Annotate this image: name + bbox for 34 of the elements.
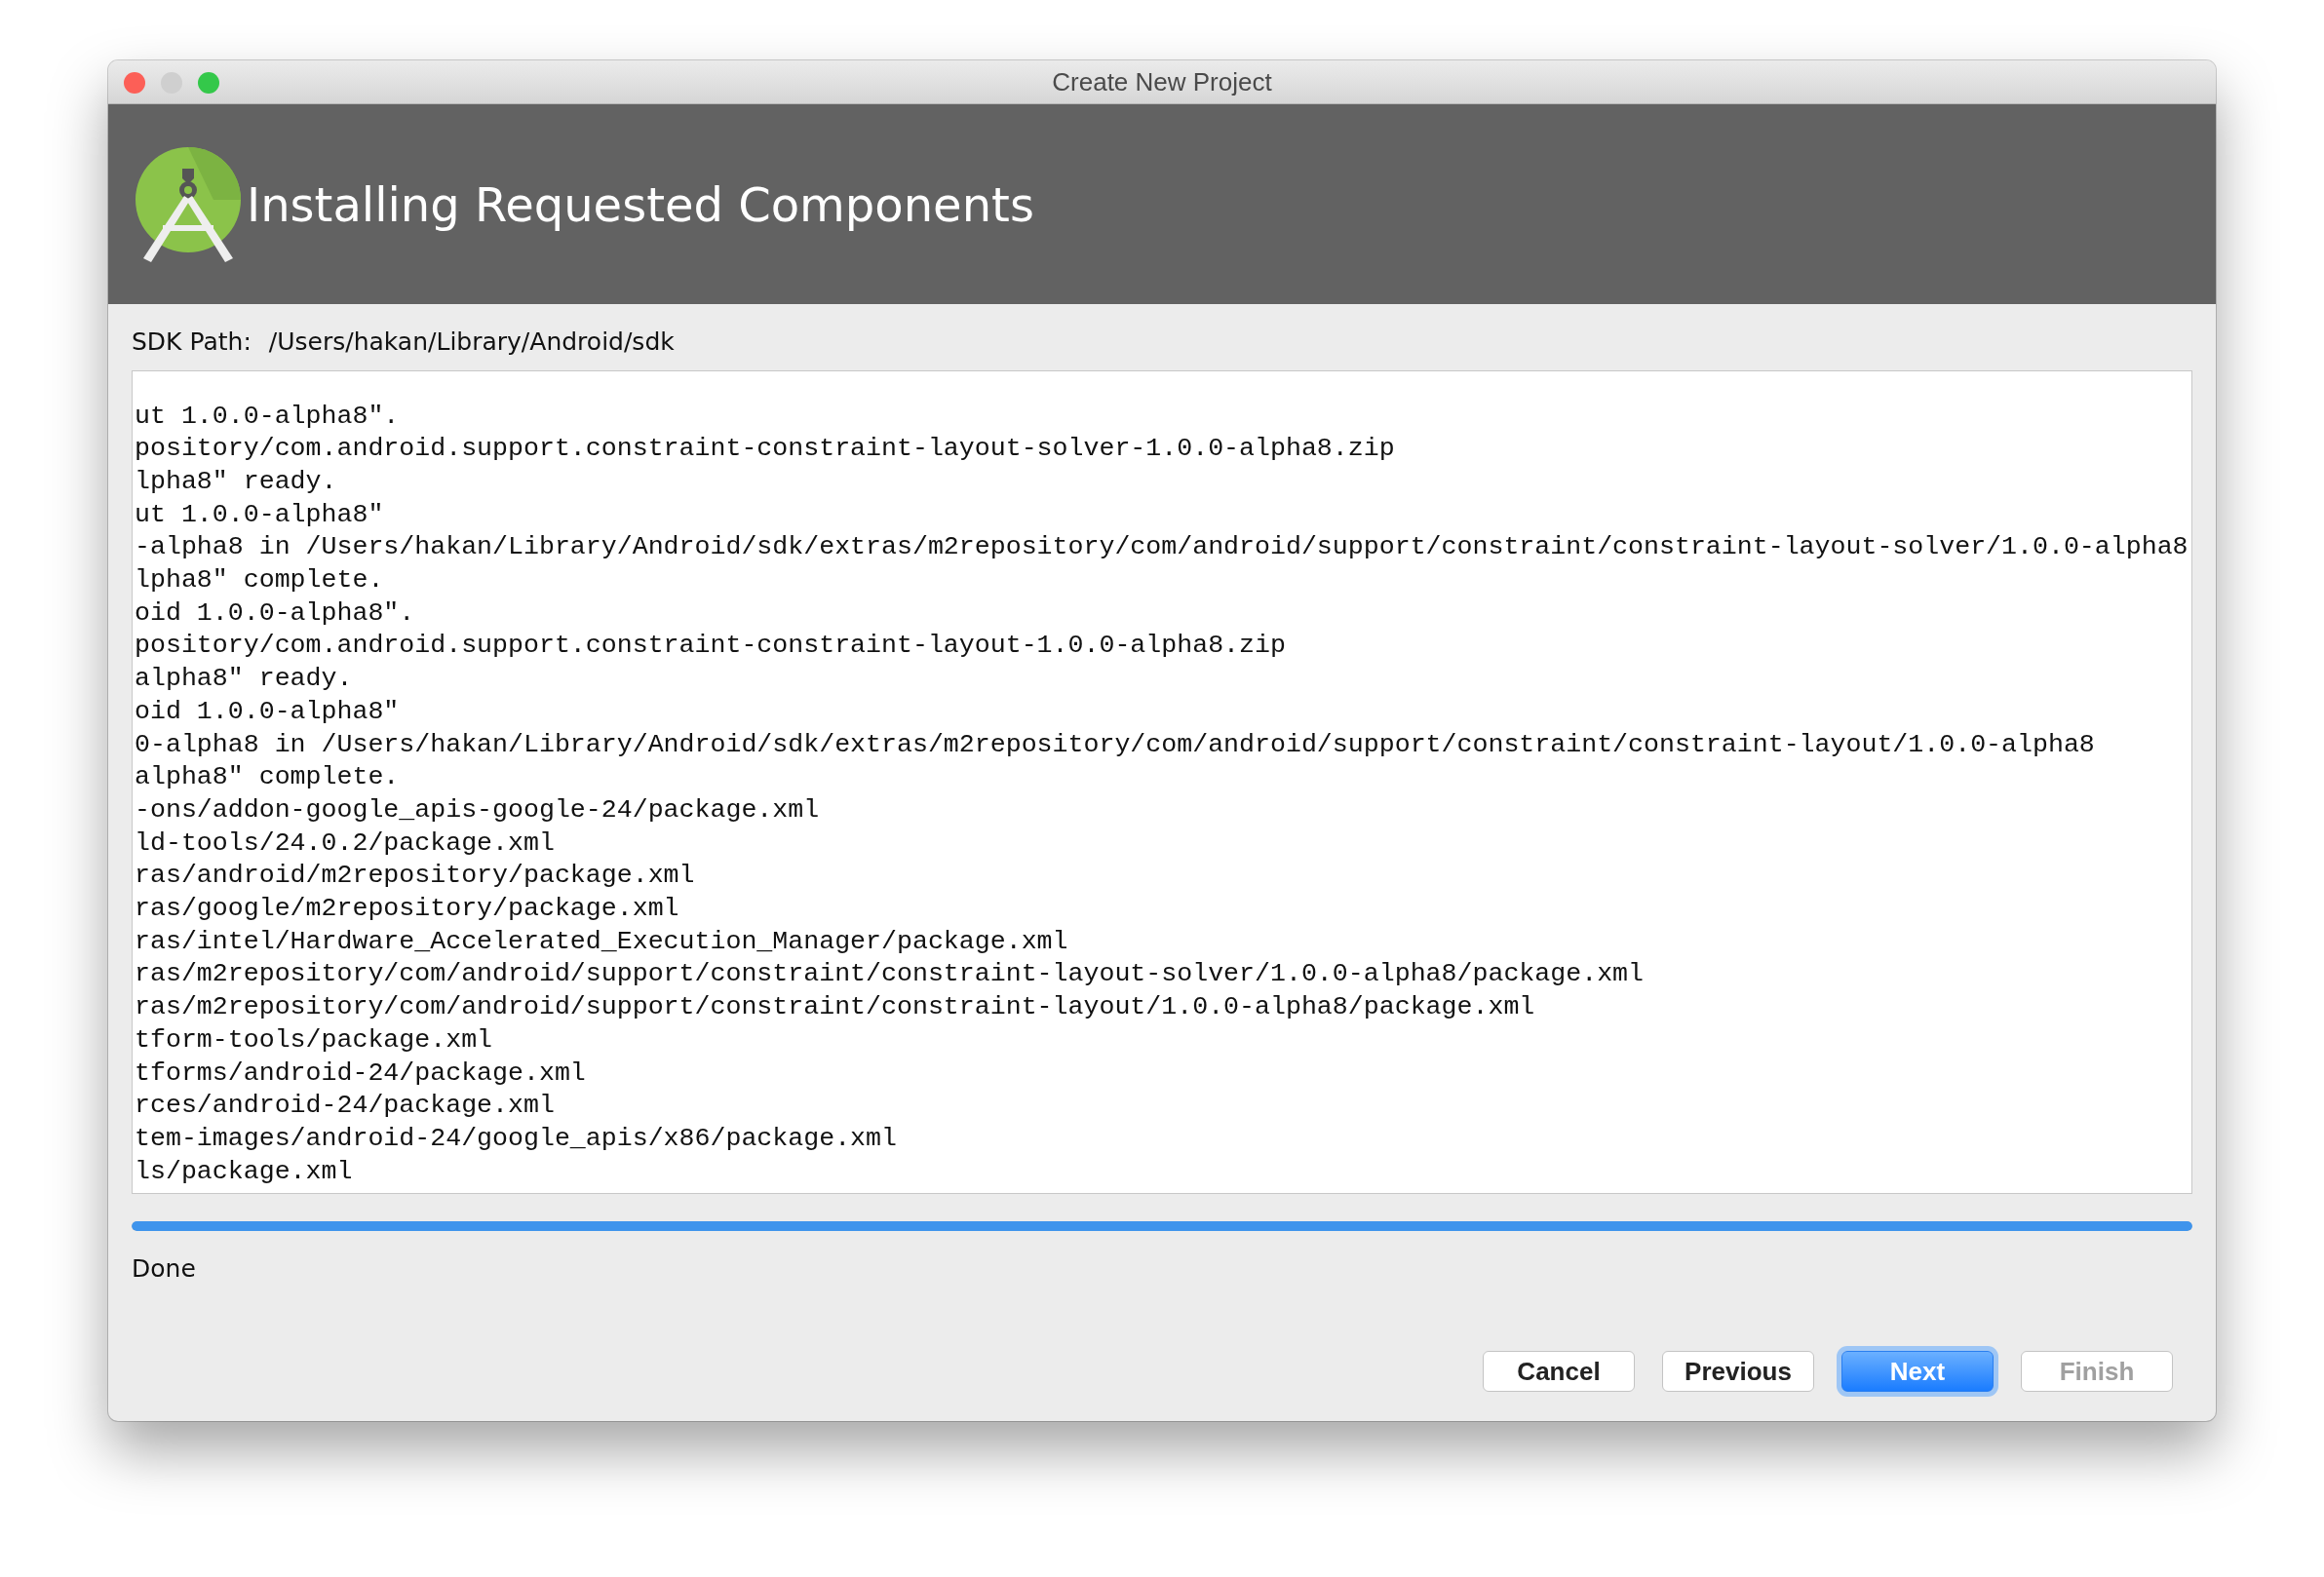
close-button[interactable] [124,72,145,94]
log-line: 0-alpha8 in /Users/hakan/Library/Android/sdk/extras/m2repository/com/android/support/constraint/constraint-layout/1.0.0-alpha8 [135,728,2095,761]
log-line: alpha8" ready. [135,663,353,696]
log-line: ras/android/m2repository/package.xml [135,860,695,893]
log-line: ld-tools/24.0.2/package.xml [135,827,555,860]
log-line: rces/android-24/package.xml [135,1090,555,1123]
dialog-button[interactable]: Cancel [1483,1351,1635,1392]
log-line: tforms/android-24/package.xml [135,1057,586,1090]
log-line: oid 1.0.0-alpha8". [135,596,415,630]
log-line: tem-images/android-24/google_apis/x86/package.xml [135,1122,897,1155]
window-title: Create New Project [1052,65,1272,98]
log-line: alpha8" complete. [135,761,400,794]
log-line: ras/m2repository/com/android/support/constraint/constraint-layout/1.0.0-alpha8/package.xml [135,991,1535,1024]
status-text: Done [132,1252,197,1285]
compass-logo-icon [136,146,241,262]
log-line: -alpha8 in /Users/hakan/Library/Android/sdk/extras/m2repository/com/android/support/constraint/constraint-layout-solver/1.0.0-alpha8 [135,531,2188,564]
zoom-button[interactable] [198,72,219,94]
log-line: ut 1.0.0-alpha8". [135,400,400,433]
log-line: oid 1.0.0-alpha8" [135,695,400,728]
log-line: ut 1.0.0-alpha8" [135,498,384,531]
sdk-path-value: /Users/hakan/Library/Android/sdk [268,327,675,358]
log-line: tform-tools/package.xml [135,1023,493,1057]
log-line: ras/google/m2repository/package.xml [135,893,679,926]
log-line: ras/m2repository/com/android/support/constraint/constraint-layout-solver/1.0.0-alpha8/package.xml [135,958,1644,991]
header-title: Installing Requested Components [247,175,1034,234]
log-line: lpha8" ready. [135,465,337,498]
log-line: ras/intel/Hardware_Accelerated_Execution_Manager/package.xml [135,925,1068,958]
log-line: -ons/addon-google_apis-google-24/package.xml [135,793,820,827]
sdk-path-label: SDK Path: [132,327,252,358]
dialog-button[interactable]: Previous [1662,1351,1814,1392]
log-line: ls/package.xml [135,1155,353,1188]
log-line: pository/com.android.support.constraint-constraint-layout-1.0.0-alpha8.zip [135,630,1286,663]
log-line: lpha8" complete. [135,564,384,596]
log-line: pository/com.android.support.constraint-constraint-layout-solver-1.0.0-alpha8.zip [135,433,1395,466]
